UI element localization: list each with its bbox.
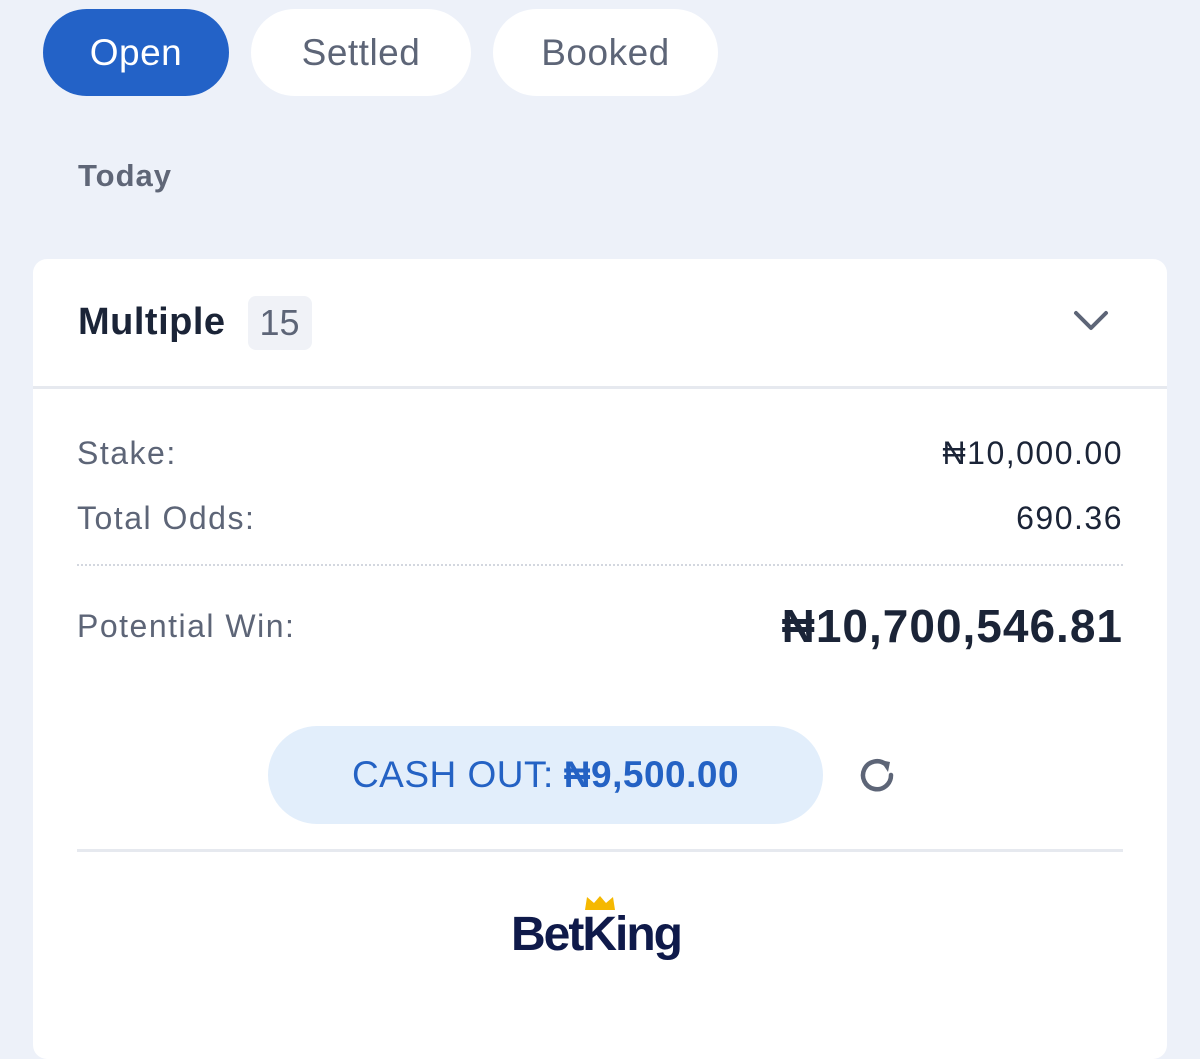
footer-divider [77, 849, 1123, 852]
potential-win-value: ₦10,700,546.81 [781, 600, 1123, 652]
cash-out-label: CASH OUT: [351, 754, 554, 795]
tab-open[interactable]: Open [43, 9, 229, 96]
bet-card: Multiple 15 Stake: ₦10,000.00 Total Odds… [33, 259, 1167, 1059]
total-odds-row: Total Odds: 690.36 [77, 500, 1123, 537]
potential-win-row: Potential Win: ₦10,700,546.81 [77, 599, 1123, 653]
stake-value: ₦10,000.00 [942, 435, 1123, 471]
dotted-divider [77, 564, 1123, 566]
bet-card-header[interactable]: Multiple 15 [33, 259, 1167, 389]
date-section-label: Today [78, 158, 172, 193]
total-odds-value: 690.36 [1016, 500, 1123, 536]
stake-label: Stake: [77, 435, 177, 471]
cash-out-amount: ₦9,500.00 [563, 754, 740, 795]
cash-out-button[interactable]: CASH OUT: ₦9,500.00 [268, 726, 823, 824]
tab-settled[interactable]: Settled [251, 9, 471, 96]
tab-booked[interactable]: Booked [493, 9, 718, 96]
potential-win-label: Potential Win: [77, 607, 296, 644]
stake-row: Stake: ₦10,000.00 [77, 435, 1123, 472]
betking-logo: BetKing [511, 895, 683, 961]
brand-wordmark: BetKing [511, 908, 683, 961]
refresh-icon[interactable] [856, 754, 900, 803]
total-odds-label: Total Odds: [77, 500, 256, 536]
selection-count-badge: 15 [247, 295, 312, 350]
chevron-down-icon[interactable] [1073, 309, 1109, 338]
bet-type-label: Multiple [78, 301, 226, 343]
bet-status-tabs: Open Settled Booked [43, 9, 718, 96]
